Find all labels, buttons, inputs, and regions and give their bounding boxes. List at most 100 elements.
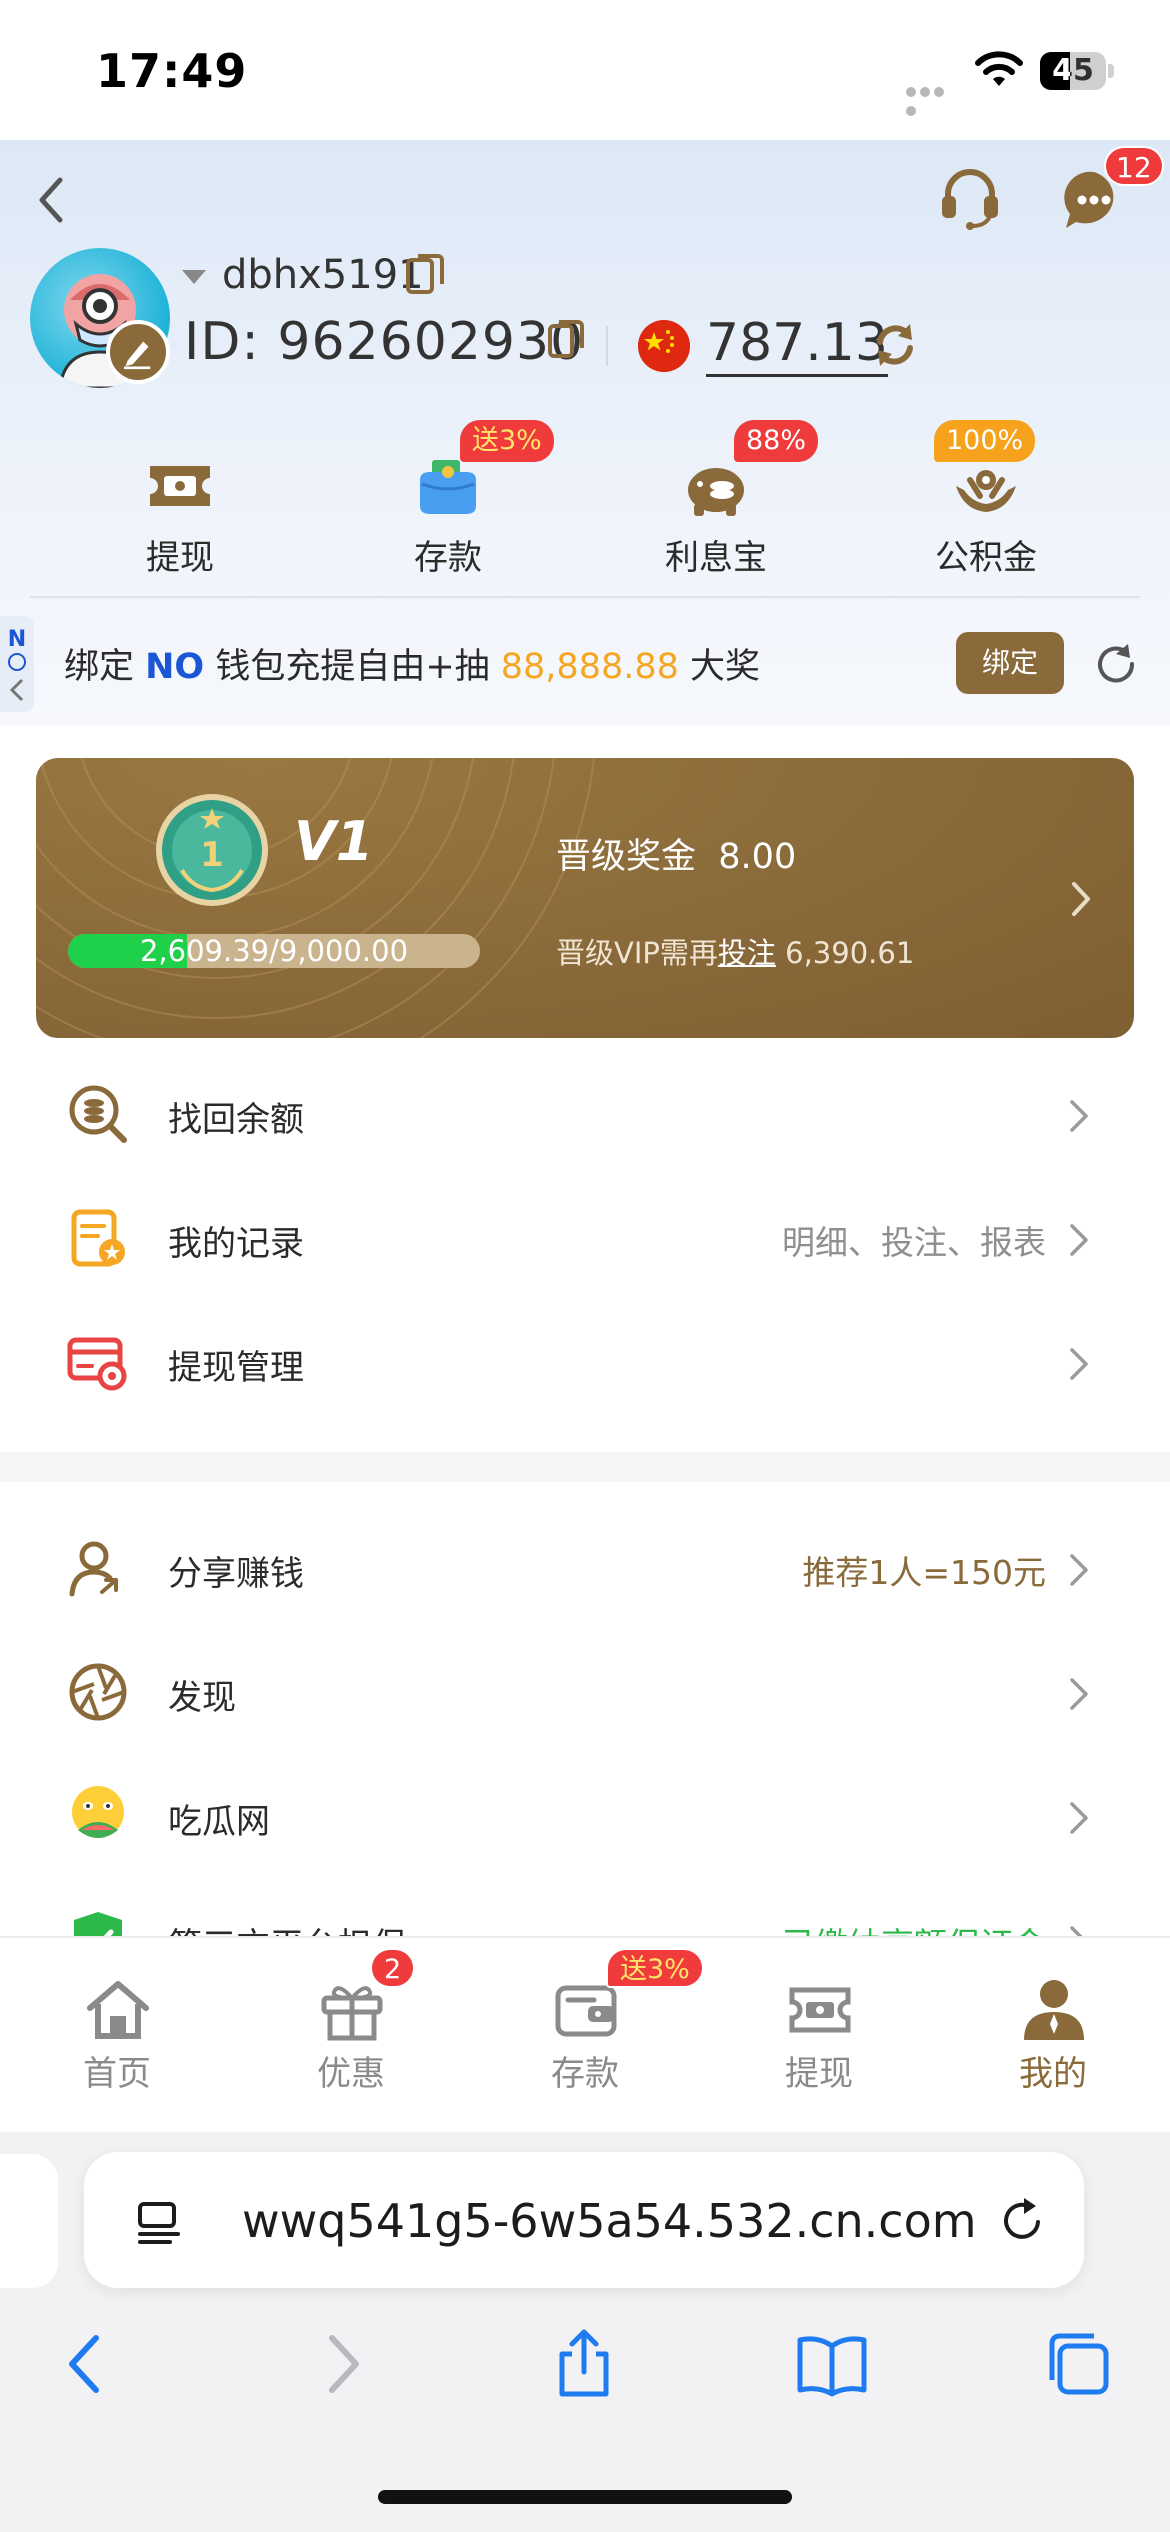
jackpot-amount: 88,888.88 xyxy=(500,647,679,687)
bind-button[interactable]: 绑定 xyxy=(956,632,1064,694)
quick-action-interest[interactable]: 88% 利息宝 xyxy=(616,420,819,600)
bind-middle: 钱包充提自由+抽 xyxy=(204,647,501,687)
chevron-right-icon xyxy=(1070,1100,1088,1132)
vip-level: V1 xyxy=(294,810,374,873)
upgrade-bonus-value: 8.00 xyxy=(718,837,797,877)
search-coins-icon xyxy=(69,1085,127,1143)
browser-toolbar: wwq541g5-6w5a54.532.cn.com xyxy=(0,2132,1170,2532)
tab-label: 优惠 xyxy=(317,2054,385,2094)
bind-suffix: 大奖 xyxy=(678,647,761,687)
previous-tab-preview[interactable] xyxy=(0,2154,58,2288)
upgrade-bonus: 晋级奖金 8.00 xyxy=(556,828,796,879)
promotions-count-badge: 2 xyxy=(370,1948,416,1988)
withdraw-ticket-icon xyxy=(150,466,210,506)
quick-action-withdraw[interactable]: 提现 xyxy=(80,420,280,600)
quick-action-label: 利息宝 xyxy=(665,538,767,578)
aperture-discover-icon xyxy=(69,1663,127,1721)
battery-icon: 45 xyxy=(1040,52,1114,90)
gift-icon xyxy=(321,1986,383,2041)
customer-service-headset-icon[interactable] xyxy=(934,160,1006,232)
refresh-balance-icon[interactable] xyxy=(870,320,920,370)
section-divider xyxy=(0,1452,1170,1482)
battery-percent: 45 xyxy=(1052,53,1094,88)
tab-promotions[interactable]: 2 优惠 xyxy=(234,1938,468,2134)
copy-id-icon[interactable] xyxy=(546,316,586,362)
menu-item-discover[interactable]: 发现 xyxy=(0,1630,1170,1754)
menu-item-withdraw-management[interactable]: 提现管理 xyxy=(0,1300,1170,1424)
user-id: ID: 962602930 xyxy=(184,312,585,372)
status-time: 17:49 xyxy=(96,44,248,98)
requirement-value: 6,390.61 xyxy=(785,936,915,970)
tab-withdraw[interactable]: 提现 xyxy=(702,1938,936,2134)
profile-header: 12 dbhx5191 ID: 962602930 787.13 提现 送3% … xyxy=(0,140,1170,725)
tab-home[interactable]: 首页 xyxy=(0,1938,234,2134)
tab-label: 首页 xyxy=(83,2054,151,2094)
wifi-icon xyxy=(975,51,1023,86)
divider xyxy=(606,326,608,366)
menu-item-gossip[interactable]: 吃瓜网 xyxy=(0,1754,1170,1878)
upgrade-bonus-label: 晋级奖金 xyxy=(556,837,697,877)
bind-wallet-banner[interactable]: N 绑定 NO 钱包充提自由+抽 88,888.88 大奖 绑定 xyxy=(0,602,1170,722)
tab-label: 提现 xyxy=(785,2054,853,2094)
nbit-brand-logo: NO xyxy=(145,647,205,687)
account-switch-caret-icon[interactable] xyxy=(182,270,206,284)
menu-hint: 推荐1人=150元 xyxy=(802,1553,1046,1592)
divider xyxy=(30,596,1140,598)
bind-banner-text: 绑定 NO 钱包充提自由+抽 88,888.88 大奖 xyxy=(64,638,760,689)
vip-medal-number: 1 xyxy=(200,835,224,875)
edit-avatar-pencil-icon[interactable] xyxy=(106,320,170,384)
browser-back-icon[interactable] xyxy=(52,2328,124,2400)
vip-card[interactable]: 1 V1 2,609.39/9,000.00 晋级奖金 8.00 晋级VIP需再… xyxy=(36,758,1134,1038)
reload-icon[interactable] xyxy=(996,2194,1048,2246)
chevron-right-icon xyxy=(1072,882,1090,916)
emoji-melon-icon xyxy=(72,1786,124,1838)
tab-label: 存款 xyxy=(551,2054,619,2094)
menu-label: 找回余额 xyxy=(168,1100,304,1140)
home-icon xyxy=(87,1981,149,2039)
menu-item-my-records[interactable]: 我的记录 明细、投注、报表 xyxy=(0,1176,1170,1300)
chevron-right-icon xyxy=(1070,1678,1088,1710)
card-settings-icon xyxy=(67,1337,127,1391)
menu-item-recover-balance[interactable]: 找回余额 xyxy=(0,1052,1170,1176)
menu-label: 发现 xyxy=(168,1678,236,1718)
share-icon[interactable] xyxy=(548,2328,620,2400)
menu-hint: 明细、投注、报表 xyxy=(782,1223,1046,1262)
deposit-bonus-badge: 送3% xyxy=(460,420,554,462)
side-drawer-tab[interactable]: N xyxy=(0,616,34,712)
tab-label: 我的 xyxy=(1019,2054,1087,2094)
page-menu-icon[interactable] xyxy=(134,2196,184,2246)
message-count-badge: 12 xyxy=(1104,146,1164,186)
tab-mine[interactable]: 我的 xyxy=(936,1938,1170,2134)
tabs-overview-icon[interactable] xyxy=(1042,2328,1114,2400)
bookmarks-book-icon[interactable] xyxy=(796,2328,868,2400)
address-bar[interactable]: wwq541g5-6w5a54.532.cn.com xyxy=(84,2152,1084,2288)
menu-label: 我的记录 xyxy=(168,1224,304,1264)
back-chevron-icon[interactable] xyxy=(26,168,74,232)
deposit-bonus-badge: 送3% xyxy=(606,1948,704,1988)
vip-medal-icon: 1 xyxy=(156,794,268,906)
user-profile-icon xyxy=(1024,1980,1084,2040)
tab-deposit[interactable]: 送3% 存款 xyxy=(468,1938,704,2134)
quick-action-label: 存款 xyxy=(414,538,482,578)
chevron-right-icon xyxy=(1070,1224,1088,1256)
menu-item-share-earn[interactable]: 分享赚钱 推荐1人=150元 xyxy=(0,1506,1170,1630)
menu-label: 提现管理 xyxy=(168,1348,304,1388)
bottom-tab-bar: 首页 2 优惠 送3% 存款 提现 我的 xyxy=(0,1936,1170,2132)
chevron-right-icon xyxy=(1070,1554,1088,1586)
quick-action-fund[interactable]: 100% 公积金 xyxy=(886,420,1086,600)
quick-action-label: 提现 xyxy=(146,538,214,578)
username: dbhx5191 xyxy=(222,252,424,298)
copy-username-icon[interactable] xyxy=(404,250,446,298)
china-flag-icon xyxy=(638,320,690,372)
menu-label: 吃瓜网 xyxy=(168,1802,270,1842)
browser-forward-icon[interactable] xyxy=(304,2328,376,2400)
side-drawer-arrow-icon: N xyxy=(8,627,26,702)
home-indicator[interactable] xyxy=(378,2490,792,2504)
quick-action-deposit[interactable]: 送3% 存款 xyxy=(348,420,554,600)
quick-actions: 提现 送3% 存款 88% 利息宝 100% 公积金 xyxy=(0,420,1170,600)
withdraw-ticket-icon xyxy=(789,1987,851,2033)
balance-amount[interactable]: 787.13 xyxy=(706,312,888,377)
cellular-signal-icon xyxy=(906,82,960,116)
bet-link[interactable]: 投注 xyxy=(718,936,776,970)
refresh-icon[interactable] xyxy=(1090,638,1142,690)
